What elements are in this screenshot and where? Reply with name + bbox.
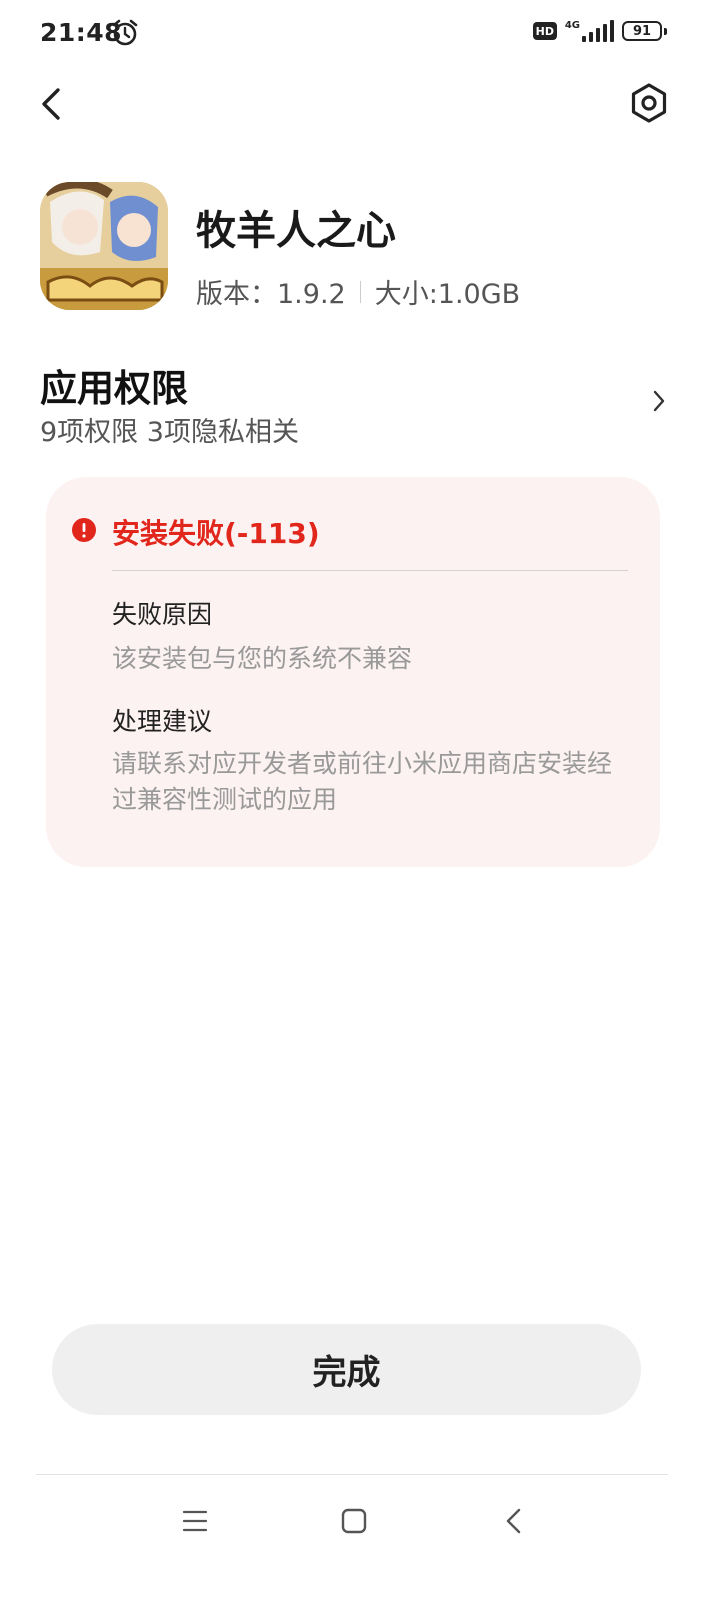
home-icon[interactable] bbox=[340, 1507, 368, 1535]
back-icon[interactable] bbox=[34, 84, 74, 124]
done-button[interactable]: 完成 bbox=[52, 1324, 641, 1415]
back-icon[interactable] bbox=[502, 1506, 526, 1536]
app-size: 大小:1.0GB bbox=[374, 279, 521, 310]
settings-icon[interactable] bbox=[628, 82, 670, 124]
permissions-title[interactable]: 应用权限 bbox=[40, 358, 188, 412]
failure-reason-text: 该安装包与您的系统不兼容 bbox=[112, 644, 413, 673]
signal-icon bbox=[582, 20, 614, 42]
permissions-summary[interactable]: 9项权限 3项隐私相关 bbox=[40, 410, 299, 449]
app-artwork bbox=[40, 182, 168, 310]
chevron-right-icon[interactable] bbox=[652, 388, 666, 414]
hd-badge: HD bbox=[532, 22, 557, 40]
advice-heading: 处理建议 bbox=[112, 707, 213, 736]
error-icon bbox=[72, 518, 96, 542]
menu-icon[interactable] bbox=[181, 1508, 209, 1534]
failure-reason-heading: 失败原因 bbox=[112, 600, 213, 629]
battery-icon: 91 bbox=[622, 21, 667, 41]
network-type: 4G bbox=[564, 20, 580, 31]
meta-divider bbox=[359, 280, 361, 303]
error-divider bbox=[112, 570, 628, 571]
battery-level: 91 bbox=[632, 23, 652, 39]
app-version: 版本：1.9.2 bbox=[196, 279, 346, 310]
app-meta: 版本：1.9.2 大小:1.0GB bbox=[196, 272, 520, 311]
alarm-icon bbox=[112, 19, 138, 46]
status-icons: HD 4G 91 bbox=[532, 20, 667, 42]
app-icon bbox=[40, 182, 168, 310]
app-name: 牧羊人之心 bbox=[196, 208, 396, 254]
navbar-divider bbox=[36, 1474, 668, 1475]
advice-text: 请联系对应开发者或前往小米应用商店安装经过兼容性测试的应用 bbox=[112, 749, 613, 814]
error-title: 安装失败(-113) bbox=[112, 517, 320, 550]
